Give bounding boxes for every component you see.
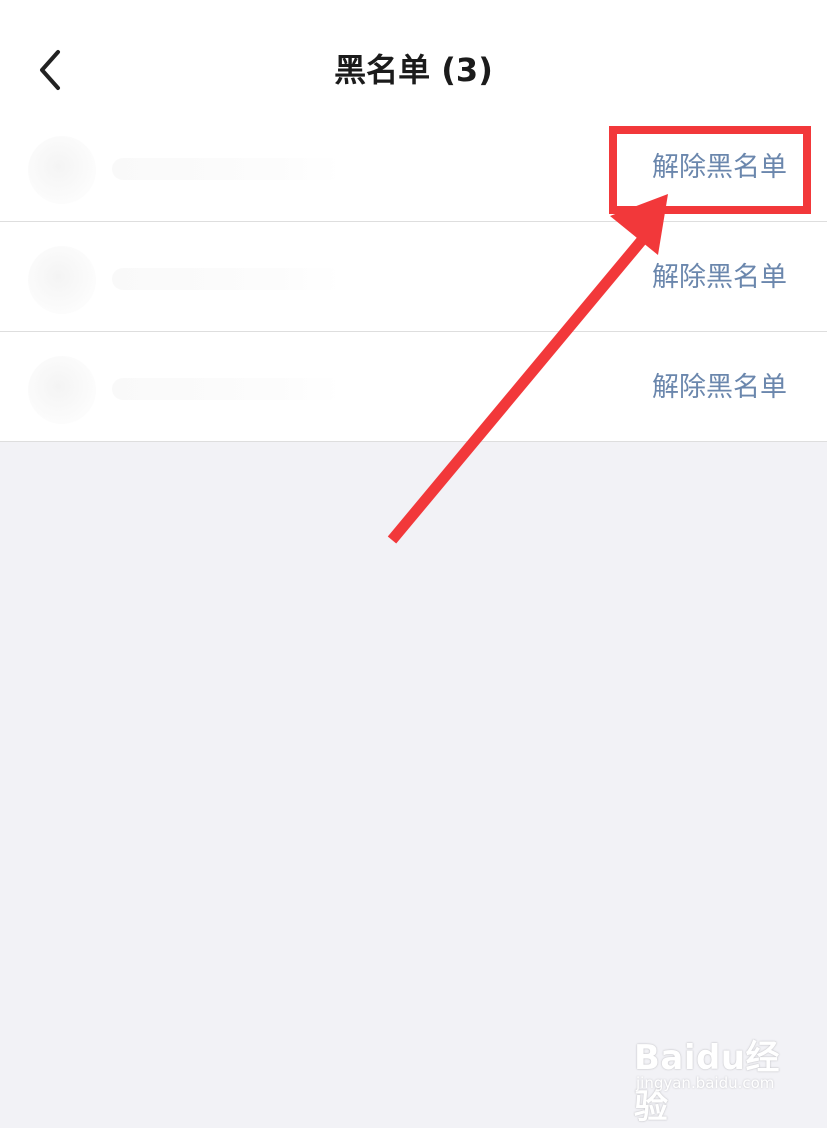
highlight-box [609,126,811,214]
list-item: 解除黑名单 [0,332,827,442]
watermark-url: jingyan.baidu.com [636,1074,775,1092]
avatar[interactable] [28,356,96,424]
avatar[interactable] [28,136,96,204]
user-name-blurred [112,268,342,290]
unblock-button[interactable]: 解除黑名单 [652,256,787,300]
user-name-blurred [112,158,342,180]
navigation-bar: 黑名单 (3) [0,0,827,112]
list-item: 解除黑名单 [0,222,827,332]
user-name-blurred [112,378,342,400]
unblock-button[interactable]: 解除黑名单 [652,366,787,410]
watermark: Baidu经验 jingyan.baidu.com [634,1022,804,1127]
avatar[interactable] [28,246,96,314]
page-title: 黑名单 (3) [334,51,493,89]
